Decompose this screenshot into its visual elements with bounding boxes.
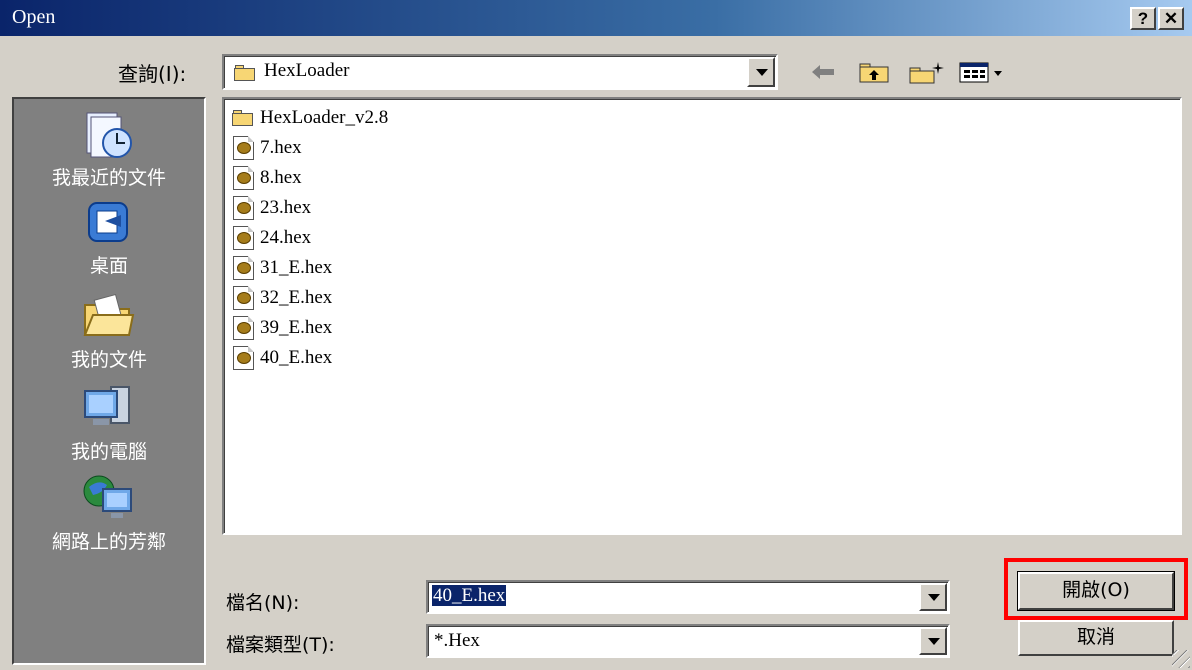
- my-documents-icon: [83, 293, 135, 336]
- place-network[interactable]: 網路上的芳鄰: [14, 467, 204, 557]
- file-name: HexLoader_v2.8: [260, 107, 389, 128]
- recent-documents-icon: [86, 112, 132, 158]
- file-name: 23.hex: [260, 197, 312, 218]
- hex-file-icon: [233, 136, 254, 160]
- place-label: 網路上的芳鄰: [51, 531, 166, 553]
- hex-file-icon: [233, 316, 254, 340]
- look-in-value: HexLoader: [264, 60, 350, 81]
- filetype-value: *.Hex: [434, 630, 480, 651]
- place-label: 我的電腦: [70, 441, 147, 463]
- open-dialog: Open ? ✕ 查詢(I): HexLoader 我最近的文件 桌面 我的文件…: [0, 0, 1192, 670]
- places-bar: 我最近的文件 桌面 我的文件 我的電腦 網路上的芳鄰: [12, 97, 206, 665]
- close-button[interactable]: ✕: [1158, 7, 1184, 30]
- desktop-icon: [88, 202, 128, 242]
- new-folder-icon[interactable]: [908, 60, 946, 84]
- hex-file-icon: [233, 226, 254, 250]
- look-in-label: 查詢(I):: [118, 62, 187, 86]
- window-title: Open: [12, 6, 56, 28]
- filename-dropdown-button[interactable]: [919, 583, 947, 611]
- file-name: 31_E.hex: [260, 257, 333, 278]
- hex-file-icon: [233, 166, 254, 190]
- help-button[interactable]: ?: [1130, 7, 1156, 30]
- file-name: 32_E.hex: [260, 287, 333, 308]
- place-label: 桌面: [89, 255, 128, 277]
- place-label: 我最近的文件: [51, 167, 166, 189]
- filename-value: 40_E.hex: [432, 585, 507, 606]
- filetype-dropdown[interactable]: *.Hex: [426, 624, 950, 658]
- resize-grip-icon[interactable]: [1172, 650, 1190, 668]
- place-recent-documents[interactable]: 我最近的文件: [14, 107, 204, 197]
- folder-icon: [232, 110, 254, 126]
- file-name: 7.hex: [260, 137, 302, 158]
- back-arrow-icon[interactable]: [808, 60, 838, 84]
- folder-icon: [234, 65, 256, 81]
- my-computer-icon: [84, 386, 130, 425]
- look-in-dropdown-button[interactable]: [747, 57, 775, 87]
- open-button[interactable]: 開啟(O): [1017, 571, 1175, 611]
- file-name: 39_E.hex: [260, 317, 333, 338]
- up-folder-icon[interactable]: [858, 60, 892, 84]
- hex-file-icon: [233, 256, 254, 280]
- cancel-button[interactable]: 取消: [1018, 620, 1174, 656]
- view-menu-icon[interactable]: [958, 60, 1006, 84]
- file-list[interactable]: HexLoader_v2.8 7.hex 8.hex 23.hex 24.hex…: [222, 97, 1182, 535]
- filename-input[interactable]: 40_E.hex: [426, 580, 950, 614]
- hex-file-icon: [233, 346, 254, 370]
- file-name: 24.hex: [260, 227, 312, 248]
- hex-file-icon: [233, 196, 254, 220]
- title-bar[interactable]: Open ? ✕: [0, 0, 1192, 36]
- place-my-computer[interactable]: 我的電腦: [14, 375, 204, 467]
- look-in-dropdown[interactable]: HexLoader: [222, 54, 778, 90]
- file-name: 8.hex: [260, 167, 302, 188]
- place-desktop[interactable]: 桌面: [14, 197, 204, 285]
- filetype-dropdown-button[interactable]: [919, 627, 947, 655]
- place-my-documents[interactable]: 我的文件: [14, 285, 204, 375]
- network-places-icon: [83, 475, 132, 518]
- filetype-label: 檔案類型(T):: [226, 634, 335, 656]
- hex-file-icon: [233, 286, 254, 310]
- file-name: 40_E.hex: [260, 347, 333, 368]
- place-label: 我的文件: [70, 349, 147, 371]
- filename-label: 檔名(N):: [226, 592, 300, 614]
